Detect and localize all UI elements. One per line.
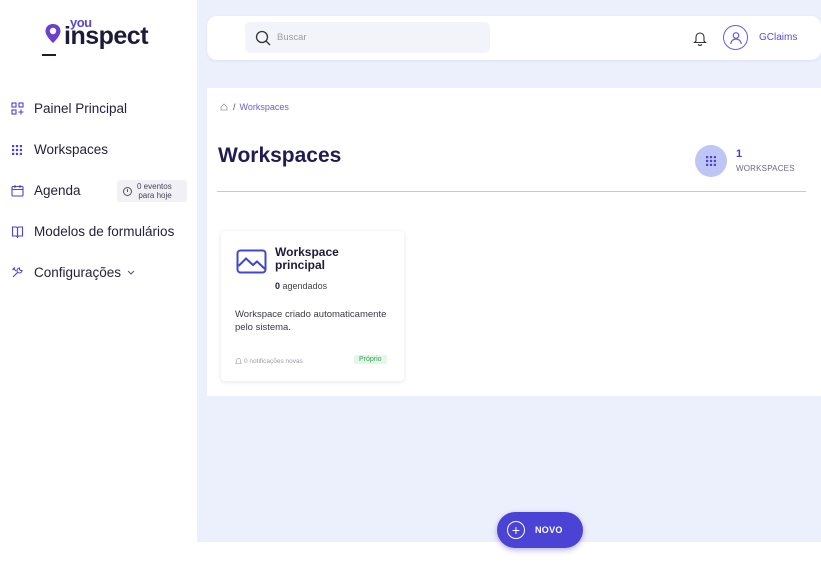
sidebar-item-label: Workspaces xyxy=(34,142,109,157)
page-title: Workspaces xyxy=(218,144,342,167)
bell-icon[interactable] xyxy=(693,30,707,46)
calendar-icon xyxy=(10,184,24,198)
brand-wordmark: you inspect xyxy=(42,16,149,56)
workspace-description: Workspace criado automaticamente pelo si… xyxy=(235,309,387,333)
breadcrumb-separator: / xyxy=(233,102,236,112)
events-today-badge: 0 eventos para hoje xyxy=(117,180,187,202)
breadcrumb: / Workspaces xyxy=(220,102,289,112)
bell-icon xyxy=(235,358,242,364)
brand-you: you xyxy=(70,15,92,30)
grid-icon xyxy=(706,156,716,166)
sidebar-item-label: Agenda xyxy=(34,183,81,198)
scheduled-label: agendados xyxy=(282,281,328,291)
workspaces-panel: / Workspaces Workspaces 1 WORKSPACES Wor… xyxy=(207,88,821,396)
app-root: you inspect Painel Principal Workspaces … xyxy=(0,0,821,574)
location-pin-icon xyxy=(45,24,61,43)
image-icon xyxy=(236,249,267,274)
ownership-tag: Próprio xyxy=(354,355,387,364)
sidebar-item-modelos[interactable]: Modelos de formulários xyxy=(0,211,197,252)
sidebar-nav: Painel Principal Workspaces Agenda 0 eve… xyxy=(0,88,197,293)
username[interactable]: GClaims xyxy=(759,32,797,43)
sidebar: you inspect Painel Principal Workspaces … xyxy=(0,0,197,574)
brand-logo[interactable]: you inspect xyxy=(42,16,149,56)
main-content: GClaims / Workspaces Workspaces 1 WORKSP… xyxy=(197,0,821,542)
workspace-card[interactable]: Workspace principal 0 agendados Workspac… xyxy=(221,231,404,381)
search-box[interactable] xyxy=(245,22,490,53)
sidebar-item-label: Modelos de formulários xyxy=(34,224,175,239)
new-workspace-button[interactable]: + NOVO xyxy=(497,512,583,548)
sidebar-item-label: Painel Principal xyxy=(34,101,128,116)
breadcrumb-current[interactable]: Workspaces xyxy=(240,102,289,112)
clock-icon xyxy=(123,186,132,196)
search-icon xyxy=(255,30,271,45)
book-icon xyxy=(10,225,24,239)
workspace-title[interactable]: Workspace principal xyxy=(275,246,385,272)
workspace-count-label: WORKSPACES xyxy=(736,164,795,173)
sidebar-item-configuracoes[interactable]: Configurações xyxy=(0,252,197,293)
sidebar-item-label: Configurações xyxy=(34,265,122,280)
events-period: para hoje xyxy=(138,191,172,200)
sidebar-item-workspaces[interactable]: Workspaces xyxy=(0,129,197,170)
chevron-down-icon xyxy=(127,267,135,278)
scheduled-count: 0 xyxy=(275,281,281,291)
divider xyxy=(217,191,806,192)
home-icon[interactable] xyxy=(220,103,228,111)
tools-icon xyxy=(10,266,24,280)
workspace-scheduled: 0 agendados xyxy=(275,281,327,291)
plus-icon: + xyxy=(507,521,525,539)
top-bar: GClaims xyxy=(207,16,821,60)
search-input[interactable] xyxy=(277,32,477,43)
events-today-text: 0 eventos para hoje xyxy=(137,182,172,200)
notifications-text: 0 notificações novas xyxy=(244,357,303,365)
avatar[interactable] xyxy=(723,25,748,50)
workspace-count: 1 xyxy=(736,148,743,160)
dashboard-icon xyxy=(10,102,24,116)
sidebar-item-agenda[interactable]: Agenda 0 eventos para hoje xyxy=(0,170,197,211)
grid-icon xyxy=(10,143,24,157)
new-button-label: NOVO xyxy=(535,525,563,535)
user-icon xyxy=(729,31,742,44)
workspace-notifications: 0 notificações novas xyxy=(235,357,303,365)
workspace-count-badge xyxy=(695,145,727,177)
brand-underline xyxy=(42,54,56,56)
events-count: 0 eventos xyxy=(137,182,172,191)
sidebar-item-painel-principal[interactable]: Painel Principal xyxy=(0,88,197,129)
